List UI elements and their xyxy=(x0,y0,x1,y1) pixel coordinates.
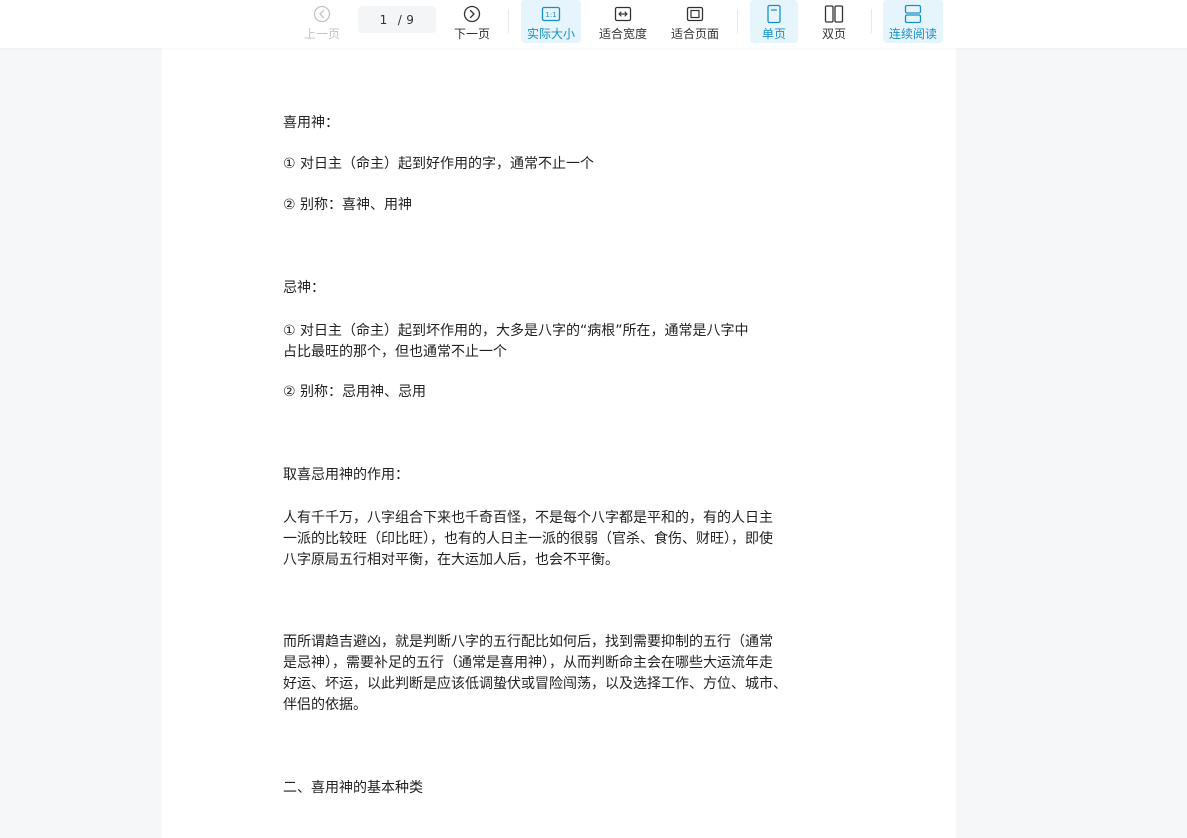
paragraph-line: 一派的比较旺（印比旺），也有的人日主一派的很弱（官杀、食伤、财旺），即使 xyxy=(283,531,773,547)
paragraph-line: 而所谓趋吉避凶，就是判断八字的五行配比如何后，找到需要抑制的五行（通常 xyxy=(283,634,773,650)
chevron-right-circle-icon xyxy=(461,3,483,25)
page-current: 1 xyxy=(379,12,388,27)
page-separator: / xyxy=(397,12,403,27)
actual-size-icon: 1:1 xyxy=(540,3,562,25)
next-page-button[interactable]: 下一页 xyxy=(450,0,494,43)
section-heading: 二、喜用神的基本种类 xyxy=(283,780,423,796)
fit-width-button[interactable]: 适合宽度 xyxy=(593,0,653,43)
svg-text:1:1: 1:1 xyxy=(545,11,556,19)
paragraph: ② 别称：忌用神、忌用 xyxy=(283,384,427,400)
continuous-scroll-icon xyxy=(902,3,924,25)
paragraph-line: 好运、坏运，以此判断是应该低调蛰伏或冒险闯荡，以及选择工作、方位、城市、 xyxy=(283,676,787,692)
paragraph: ① 对日主（命主）起到好作用的字，通常不止一个 xyxy=(283,156,594,172)
fit-page-label: 适合页面 xyxy=(670,27,719,41)
chevron-left-circle-icon xyxy=(311,3,333,25)
paragraph-heading-xiyongshen: 喜用神： xyxy=(283,115,339,131)
reader-toolbar: 上一页 1 / 9 下一页 1:1 实际大小 适合宽度 适合页面 单页 双页 连… xyxy=(0,0,1187,48)
paragraph-line: 占比最旺的那个，但也通常不止一个 xyxy=(283,344,507,360)
paragraph-heading-jishen: 忌神： xyxy=(283,280,325,296)
continuous-reading-button[interactable]: 连续阅读 xyxy=(883,0,943,43)
toolbar-divider xyxy=(508,9,509,33)
page-total: 9 xyxy=(406,12,415,27)
toolbar-divider xyxy=(737,9,738,33)
paragraph-line: 是忌神），需要补足的五行（通常是喜用神），从而判断命主会在哪些大运流年走 xyxy=(283,655,773,671)
double-page-icon xyxy=(823,3,845,25)
prev-page-label: 上一页 xyxy=(303,27,340,41)
toolbar-divider xyxy=(871,9,872,33)
fit-page-button[interactable]: 适合页面 xyxy=(665,0,725,43)
actual-size-button[interactable]: 1:1 实际大小 xyxy=(521,0,581,43)
paragraph-heading-function: 取喜忌用神的作用： xyxy=(283,467,409,483)
single-page-icon xyxy=(763,3,785,25)
paragraph-line: ① 对日主（命主）起到坏作用的，大多是八字的“病根”所在，通常是八字中 xyxy=(283,323,749,339)
actual-size-label: 实际大小 xyxy=(526,27,575,41)
paragraph-line: 人有千千万，八字组合下来也千奇百怪，不是每个八字都是平和的，有的人日主 xyxy=(283,510,773,526)
single-page-label: 单页 xyxy=(761,27,786,41)
fit-width-label: 适合宽度 xyxy=(598,27,647,41)
paragraph-line: 伴侣的依据。 xyxy=(283,697,367,713)
prev-page-button[interactable]: 上一页 xyxy=(300,0,344,43)
single-page-button[interactable]: 单页 xyxy=(750,0,798,43)
fit-width-icon xyxy=(612,3,634,25)
double-page-button[interactable]: 双页 xyxy=(810,0,858,43)
continuous-reading-label: 连续阅读 xyxy=(888,27,937,41)
paragraph-line: 八字原局五行相对平衡，在大运加人后，也会不平衡。 xyxy=(283,552,619,568)
page-indicator[interactable]: 1 / 9 xyxy=(358,6,436,33)
fit-page-icon xyxy=(684,3,706,25)
paragraph: ② 别称：喜神、用神 xyxy=(283,197,413,213)
next-page-label: 下一页 xyxy=(453,27,490,41)
double-page-label: 双页 xyxy=(821,27,846,41)
